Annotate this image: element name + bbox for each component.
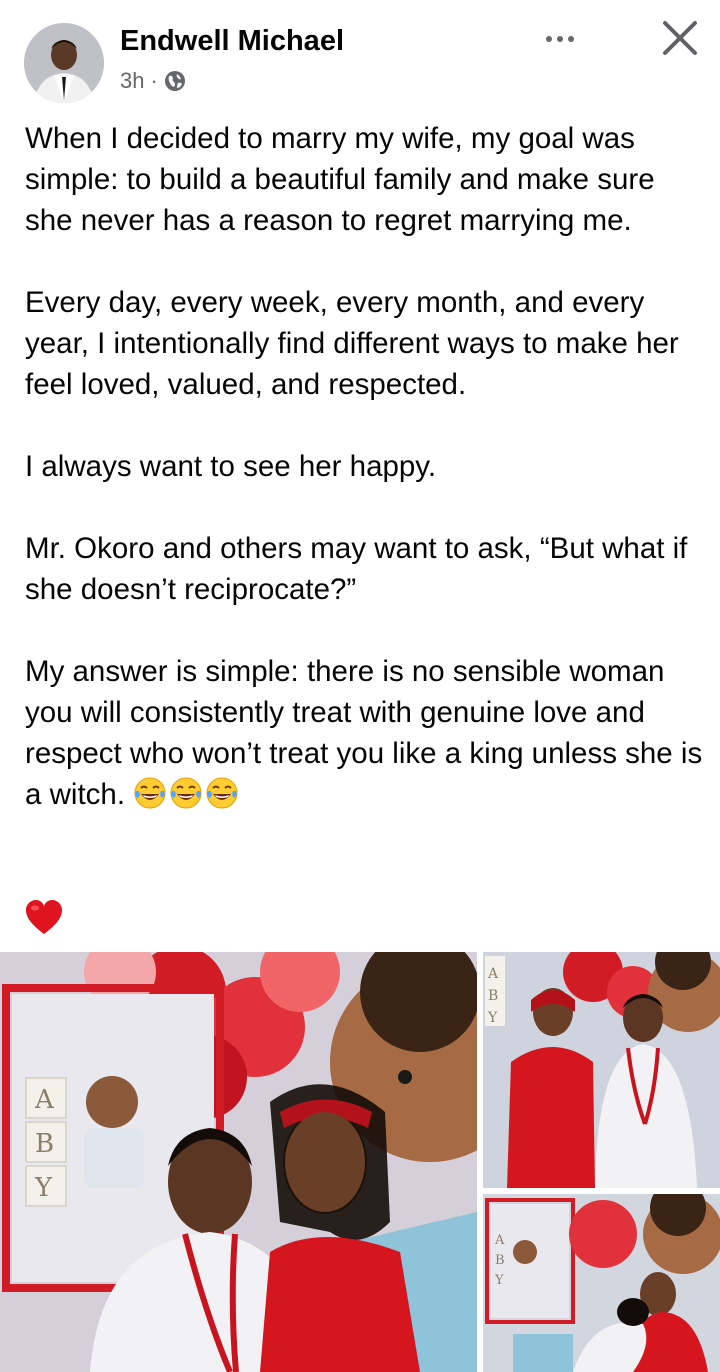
emoji-group — [133, 776, 239, 810]
post-paragraph: I always want to see her happy. — [25, 450, 437, 483]
dot-icon — [546, 36, 552, 42]
photo-grid: A B Y A B Y A B Y — [0, 952, 720, 1372]
tears-of-joy-emoji-icon — [134, 777, 166, 809]
post-paragraph-text: My answer is simple: there is no sensibl… — [25, 655, 703, 811]
photo-main[interactable]: A B Y — [0, 952, 477, 1372]
svg-text:A: A — [494, 1233, 505, 1248]
meta-separator: · — [150, 68, 158, 93]
post-body: When I decided to marry my wife, my goal… — [25, 118, 705, 815]
backdrop-letter-a: A — [34, 1085, 55, 1115]
post-time[interactable]: 3h — [120, 68, 144, 94]
backdrop-letter-y: Y — [34, 1173, 53, 1203]
svg-text:Y: Y — [487, 1010, 498, 1026]
photo-top-right[interactable]: A B Y — [483, 952, 720, 1188]
avatar[interactable] — [24, 23, 104, 103]
post-header: Endwell Michael 3h · — [0, 0, 720, 110]
red-heart-emoji-icon — [26, 900, 62, 934]
post-paragraph: Mr. Okoro and others may want to ask, “B… — [25, 532, 688, 606]
photo-bottom-right[interactable]: A B Y — [483, 1194, 720, 1372]
post-paragraph: When I decided to marry my wife, my goal… — [25, 122, 655, 237]
author-name[interactable]: Endwell Michael — [120, 25, 344, 58]
tears-of-joy-emoji-icon — [206, 777, 238, 809]
close-icon[interactable] — [656, 14, 704, 62]
more-options-button[interactable] — [536, 24, 584, 54]
dot-icon — [568, 36, 574, 42]
svg-text:Y: Y — [494, 1273, 504, 1288]
dot-icon — [557, 36, 563, 42]
post-paragraph: Every day, every week, every month, and … — [25, 286, 679, 401]
post-meta: 3h · — [120, 68, 186, 94]
backdrop-letter-b: B — [35, 1129, 54, 1159]
svg-text:A: A — [487, 966, 499, 982]
svg-text:B: B — [495, 1253, 505, 1268]
tears-of-joy-emoji-icon — [170, 777, 202, 809]
svg-text:B: B — [488, 988, 498, 1004]
globe-icon — [164, 71, 185, 91]
post-paragraph-last: My answer is simple: there is no sensibl… — [25, 651, 705, 815]
